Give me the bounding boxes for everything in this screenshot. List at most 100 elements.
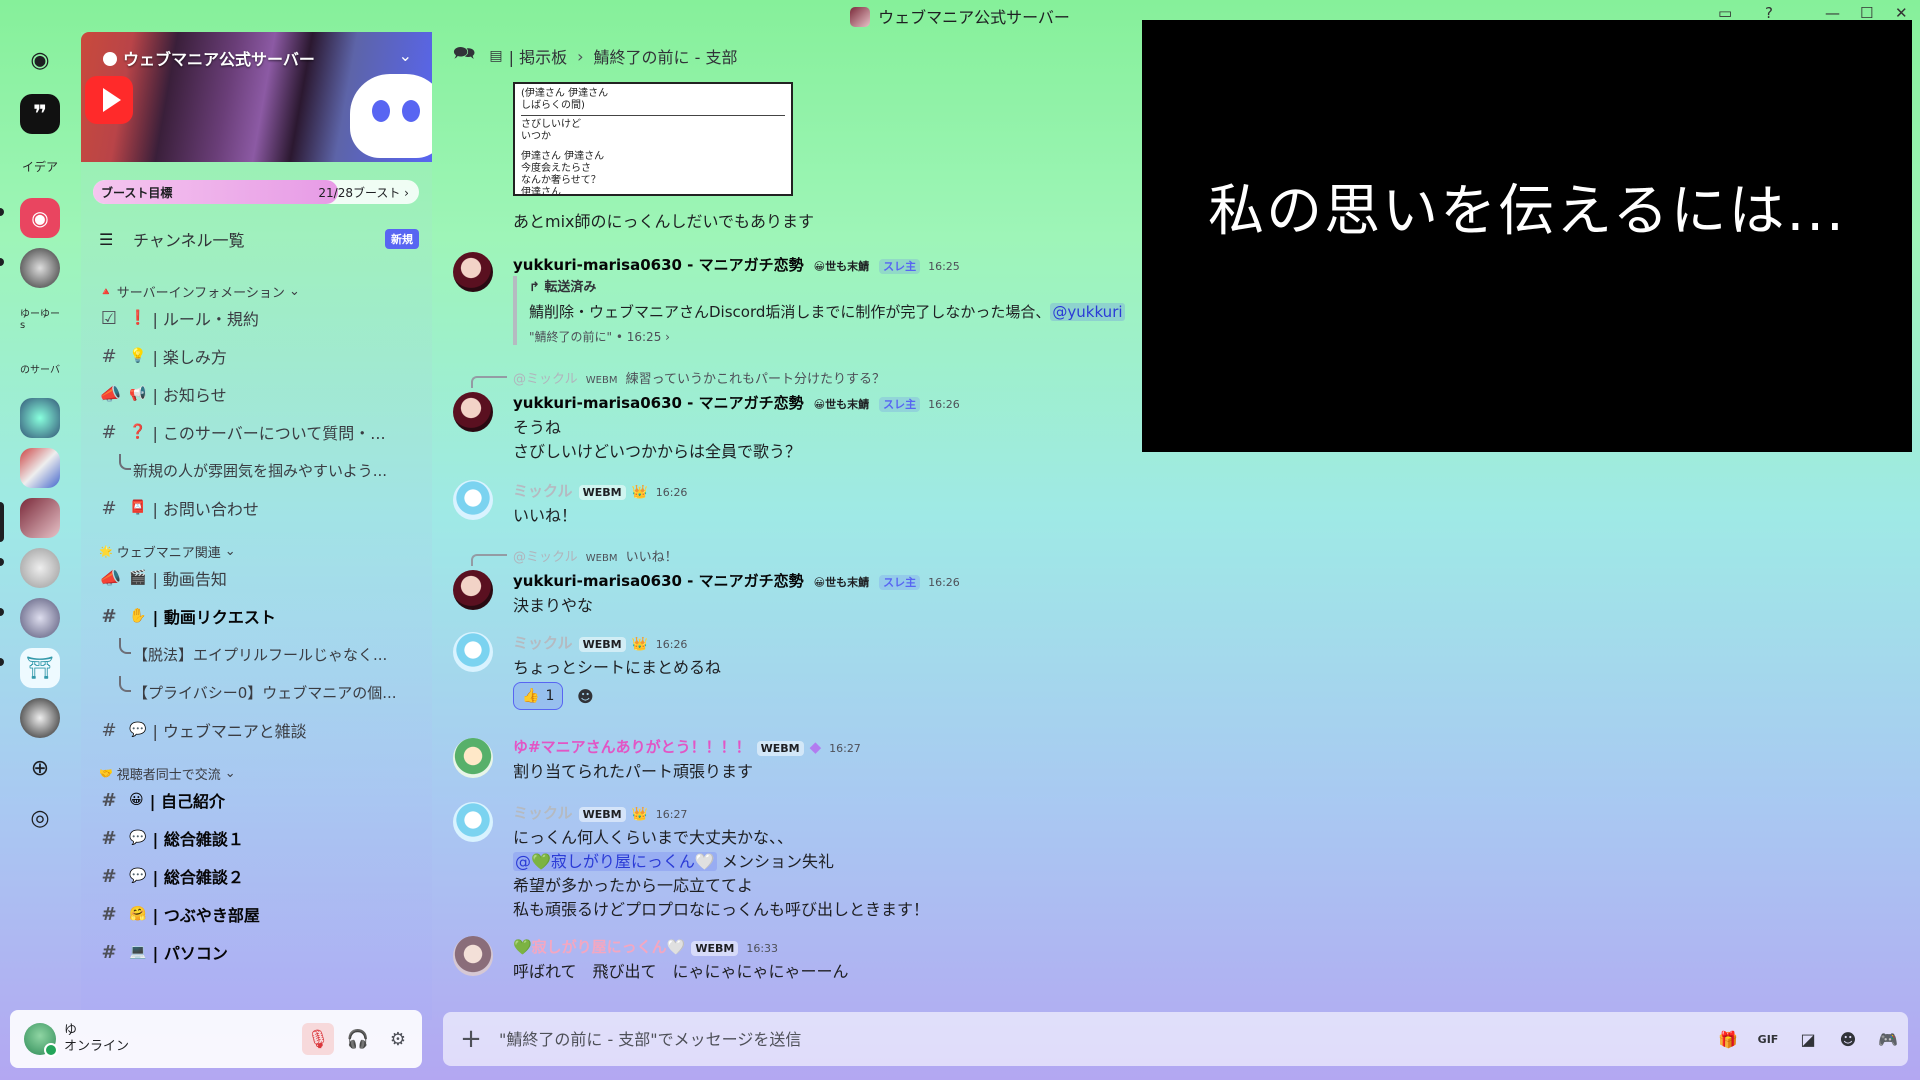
channel-self-intro[interactable]: # 😀 | 自己紹介: [93, 784, 419, 816]
headphones-icon[interactable]: 🎧: [342, 1023, 374, 1055]
message-text: いいね！: [513, 506, 578, 525]
avatar[interactable]: [453, 738, 493, 778]
boost-goal-bar[interactable]: ブースト目標 21/28ブースト ›: [93, 180, 419, 204]
add-server-icon[interactable]: ⊕: [20, 748, 60, 788]
server-yuyus[interactable]: ゆーゆーs: [20, 298, 60, 338]
gif-icon[interactable]: GIF: [1748, 1033, 1788, 1046]
channel-rules[interactable]: ☑ ❗ | ルール・規約: [93, 302, 419, 334]
chevron-down-icon[interactable]: ⌄: [399, 46, 412, 65]
channel-server-questions[interactable]: # ❓ | このサーバーについて質問・...: [93, 416, 419, 448]
plus-icon[interactable]: +: [443, 1024, 499, 1054]
thread-privacy[interactable]: 【プライバシー0】ウェブマニアの個...: [93, 676, 419, 708]
server-avatar-3[interactable]: [20, 448, 60, 488]
thread-line: [119, 454, 131, 470]
channel-pc[interactable]: # 💻 | パソコン: [93, 936, 419, 968]
add-reaction-icon[interactable]: ☻: [571, 682, 599, 710]
channel-video-request[interactable]: # ✋ | 動画リクエスト: [93, 600, 419, 632]
megaphone-icon: 📣: [99, 567, 122, 589]
author-name[interactable]: ミックル: [513, 482, 573, 500]
message-header: ミックル WEBM 👑 16:26: [513, 632, 687, 653]
gift-icon[interactable]: 🎁: [1708, 1030, 1748, 1049]
user-names[interactable]: ゆ オンライン: [64, 1023, 302, 1055]
avatar[interactable]: [453, 480, 493, 520]
reply-reference[interactable]: @ミックル WEBM 練習っていうかこれもパート分けたりする？: [471, 368, 885, 388]
avatar[interactable]: [453, 802, 493, 842]
role-tag: WEBM: [585, 375, 618, 386]
avatar[interactable]: [24, 1023, 58, 1057]
quote-server-icon[interactable]: ❞: [20, 94, 60, 134]
user-panel: ゆ オンライン 🎙 🎧 ⚙: [10, 1010, 422, 1068]
mic-muted-icon[interactable]: 🎙: [302, 1023, 334, 1055]
channel-video-announce[interactable]: 📣 🎬 | 動画告知: [93, 562, 419, 594]
role-tag: WEBM: [691, 941, 739, 956]
thread-newcomers[interactable]: 新規の人が雰囲気を掴みやすいよう...: [93, 454, 419, 486]
breadcrumb-forum[interactable]: | 掲示板: [509, 44, 567, 68]
avatar[interactable]: [453, 392, 493, 432]
message-input[interactable]: [499, 1029, 1708, 1049]
category-server-info[interactable]: 🔺 サーバーインフォメーション ⌄: [99, 282, 300, 301]
reply-reference[interactable]: @ミックル WEBM いいね！: [471, 546, 678, 566]
mention[interactable]: @💚寂しがり屋にっくん🤍: [513, 852, 717, 871]
hash-icon: #: [101, 903, 117, 925]
channel-tweets[interactable]: # 🤗 | つぶやき部屋: [93, 898, 419, 930]
role-tag: WEBM: [585, 553, 618, 564]
hash-icon: #: [101, 345, 117, 367]
thread-april-fools[interactable]: 【脱法】エイプリルフールじゃなく...: [93, 638, 419, 670]
channel-how-to-enjoy[interactable]: # 💡 | 楽しみ方: [93, 340, 419, 372]
discover-icon[interactable]: ◎: [20, 798, 60, 838]
forwarded-message[interactable]: ↱ 転送済み 鯖削除・ウェブマニアさんDiscord垢消しまでに制作が完了しなか…: [513, 276, 1125, 345]
server-name[interactable]: ウェブマニア公式サーバー: [103, 46, 315, 70]
timestamp: 16:27: [829, 742, 861, 755]
timestamp: 16:25: [928, 260, 960, 273]
unread-pip: [0, 558, 4, 566]
gear-icon[interactable]: ⚙: [382, 1023, 414, 1055]
forwarded-meta[interactable]: "鯖終了の前に" • 16:25 ›: [529, 328, 1125, 345]
role-tag: 😀世も末鯖: [813, 398, 870, 411]
unread-pip: [0, 258, 4, 266]
discord-server-icon[interactable]: ◉: [20, 198, 60, 238]
server-avatar-6[interactable]: ⛩: [20, 648, 60, 688]
channel-general-1[interactable]: # 💬 | 総合雑談１: [93, 822, 419, 854]
server-banner[interactable]: ウェブマニア公式サーバー ⌄: [81, 32, 432, 162]
message-text: 希望が多かったから一応立ててよ: [513, 876, 754, 895]
avatar[interactable]: [453, 570, 493, 610]
author-name[interactable]: yukkuri-marisa0630 - マニアガチ恋勢: [513, 256, 804, 274]
hash-icon: #: [101, 789, 117, 811]
author-name[interactable]: ゆ#マニアさんありがとう！！！！: [513, 738, 751, 756]
server-webmania[interactable]: [20, 498, 60, 538]
avatar[interactable]: [453, 936, 493, 976]
message-header: ミックル WEBM 👑 16:27: [513, 802, 687, 823]
sticker-icon[interactable]: ◪: [1788, 1030, 1828, 1049]
server-avatar-1[interactable]: [20, 248, 60, 288]
author-name[interactable]: yukkuri-marisa0630 - マニアガチ恋勢: [513, 572, 804, 590]
reply-text: 練習っていうかこれもパート分けたりする？: [625, 372, 885, 387]
server-avatar-2[interactable]: [20, 398, 60, 438]
category-viewers[interactable]: 🤝 視聴者同士で交流 ⌄: [99, 764, 236, 783]
server-no-server[interactable]: のサーバ: [20, 348, 60, 388]
avatar[interactable]: [453, 632, 493, 672]
channel-contact[interactable]: # 📮 | お問い合わせ: [93, 492, 419, 524]
embedded-lyrics-image[interactable]: (伊達さん 伊達さん しばらくの間) さびしいけど いつか 伊達さん 伊達さん …: [513, 82, 793, 196]
emoji-icon[interactable]: ☻: [1828, 1030, 1868, 1049]
discord-home-icon[interactable]: ◉: [20, 40, 60, 80]
mention[interactable]: @yukkuri: [1050, 303, 1125, 321]
server-avatar-7[interactable]: [20, 698, 60, 738]
hash-icon: #: [101, 421, 117, 443]
server-avatar-4[interactable]: [20, 548, 60, 588]
channel-webmania-chat[interactable]: # 💬 | ウェブマニアと雑談: [93, 714, 419, 746]
server-avatar-5[interactable]: [20, 598, 60, 638]
reaction-thumbs-up[interactable]: 👍 1: [513, 682, 564, 710]
channel-announcements[interactable]: 📣 📢 | お知らせ: [93, 378, 419, 410]
chevron-down-icon: ⌄: [224, 766, 236, 781]
author-name[interactable]: 💚寂しがり屋にっくん🤍: [513, 938, 685, 956]
avatar[interactable]: [453, 252, 493, 292]
author-name[interactable]: yukkuri-marisa0630 - マニアガチ恋勢: [513, 394, 804, 412]
server-idea[interactable]: イデア: [20, 146, 60, 186]
channel-list-link[interactable]: ☰ チャンネル一覧 新規: [93, 222, 419, 256]
gamepad-icon[interactable]: 🎮: [1868, 1030, 1908, 1049]
user-status: オンライン: [64, 1039, 130, 1054]
author-name[interactable]: ミックル: [513, 804, 573, 822]
channel-general-2[interactable]: # 💬 | 総合雑談２: [93, 860, 419, 892]
author-name[interactable]: ミックル: [513, 634, 573, 652]
category-webmania[interactable]: 🌟 ウェブマニア関連 ⌄: [99, 542, 236, 561]
